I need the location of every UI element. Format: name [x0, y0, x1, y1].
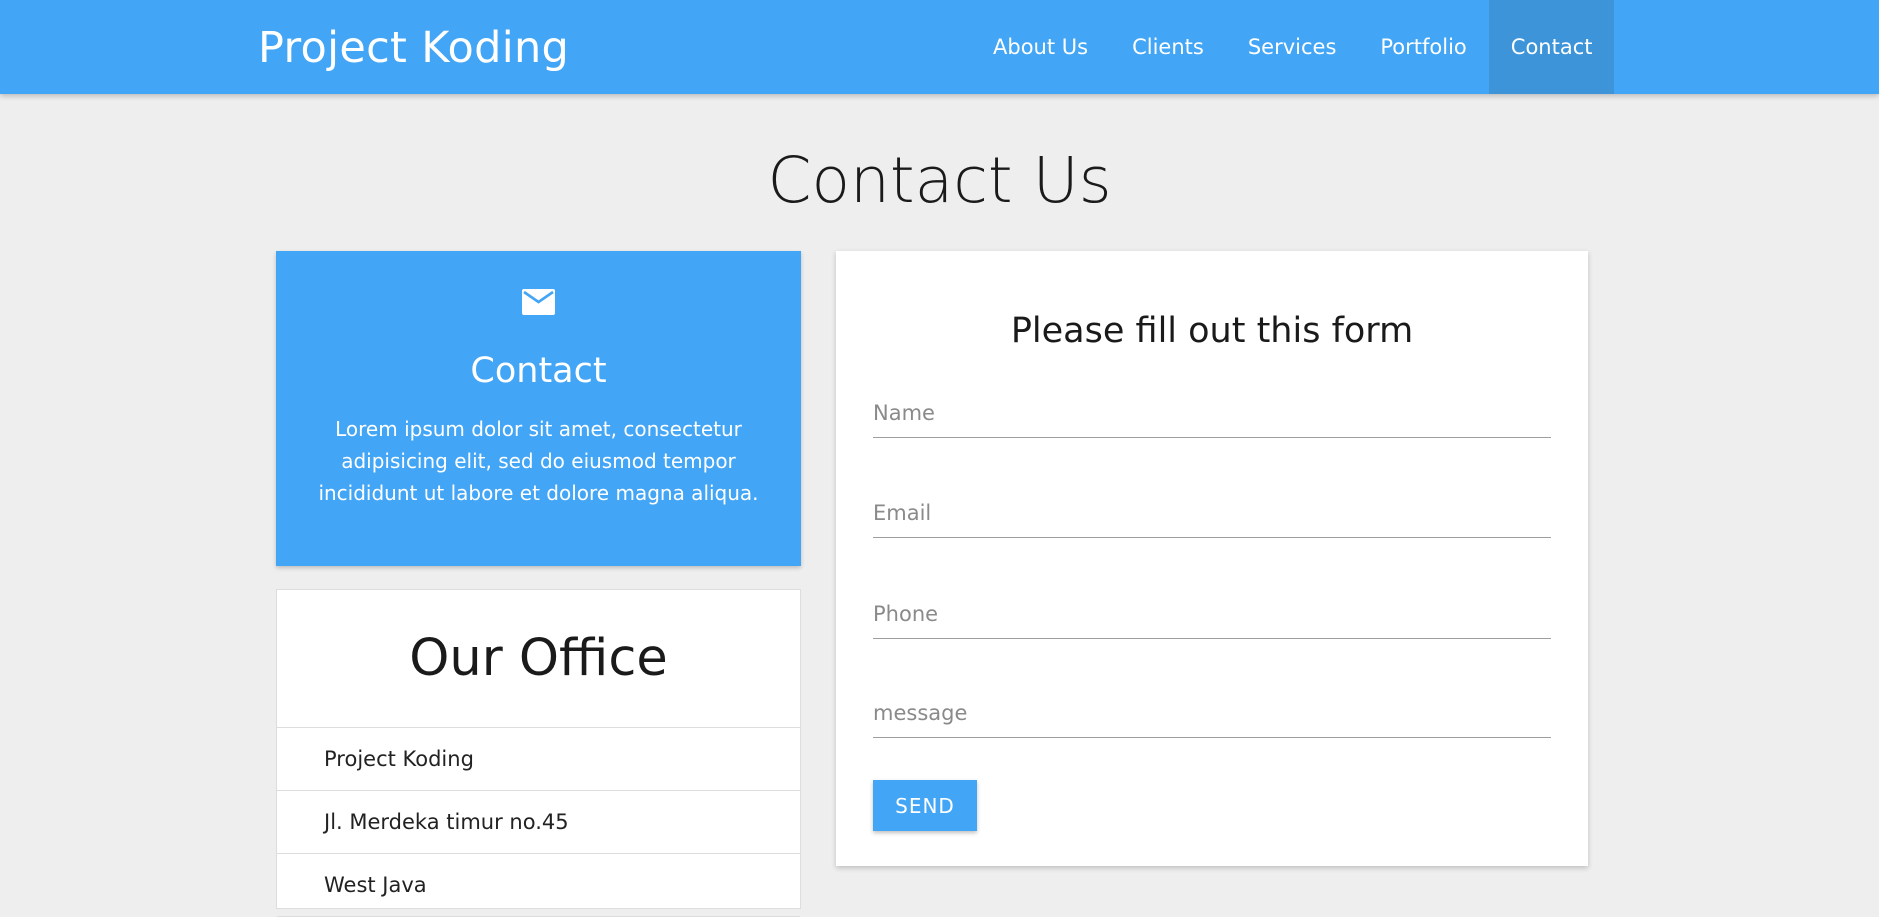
nav-item-about-us[interactable]: About Us [971, 0, 1110, 94]
contact-card-text: Lorem ipsum dolor sit amet, consectetur … [318, 417, 759, 505]
office-card: Our Office Project Koding Jl. Merdeka ti… [276, 589, 801, 917]
page-title: Contact Us [767, 144, 1112, 217]
nav-item-services[interactable]: Services [1226, 0, 1359, 94]
mail-icon [522, 289, 555, 315]
contact-card-title: Contact [470, 351, 607, 391]
send-button[interactable]: SEND [873, 780, 977, 831]
nav-item-contact[interactable]: Contact [1488, 0, 1615, 94]
brand-logo[interactable]: Project Koding [258, 20, 569, 76]
nav-menu: About Us Clients Services Portfolio Cont… [971, 0, 1615, 94]
message-input[interactable] [873, 688, 1551, 738]
office-item-address: Jl. Merdeka timur no.45 [277, 791, 800, 854]
office-item-name: Project Koding [277, 728, 800, 791]
nav-item-portfolio[interactable]: Portfolio [1358, 0, 1488, 94]
email-input[interactable] [873, 488, 1551, 538]
navbar: Project Koding About Us Clients Services… [0, 0, 1879, 94]
nav-item-clients[interactable]: Clients [1110, 0, 1226, 94]
name-input[interactable] [873, 388, 1551, 438]
office-item-region: West Java [277, 854, 800, 917]
contact-form: Please fill out this form SEND [836, 251, 1588, 866]
office-title: Our Office [277, 590, 800, 728]
contact-card: Contact Lorem ipsum dolor sit amet, cons… [276, 251, 801, 566]
form-title: Please fill out this form [1010, 311, 1414, 351]
phone-input[interactable] [873, 589, 1551, 639]
